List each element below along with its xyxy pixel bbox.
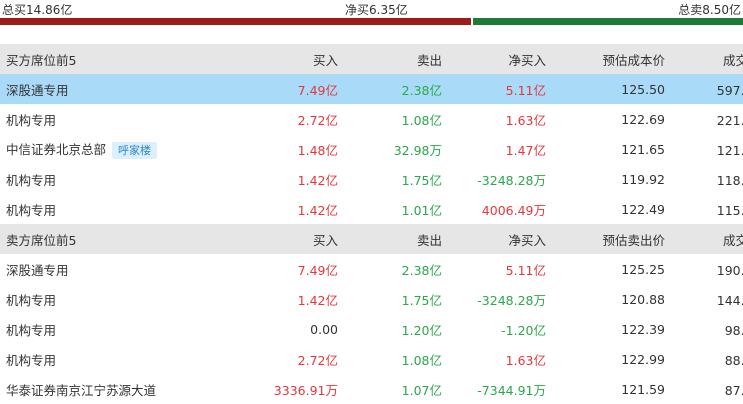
buy-sell-ratio-bar: [0, 18, 743, 25]
net-value: 1.47亿: [505, 142, 546, 158]
table-row[interactable]: 机构专用 1.42亿 1.75亿 -3248.28万 120.88 144.31…: [0, 284, 743, 314]
net-value: -7344.91万: [477, 382, 546, 398]
buy-value: 7.49亿: [248, 74, 344, 104]
sell-value: 1.75亿: [401, 172, 442, 188]
seat-name[interactable]: 中信证券北京总部: [6, 142, 106, 157]
buy-value: 3336.91万: [273, 382, 338, 398]
price-value: 125.50: [552, 74, 671, 104]
sell-value: 1.75亿: [401, 292, 442, 308]
seat-name[interactable]: 深股通专用: [0, 254, 248, 284]
seats-table: 买方席位前5 买入 卖出 净买入 预估成本价 成交数量 深股通专用 7.49亿 …: [0, 44, 743, 404]
sell-value: 1.08亿: [401, 112, 442, 128]
volume-value: 98.22万: [724, 322, 743, 338]
seat-name[interactable]: 机构专用: [0, 194, 248, 224]
net-buy-label: 净买6.35亿: [345, 3, 408, 17]
branch-tag[interactable]: 呼家楼: [112, 142, 158, 159]
volume-value: 88.03万: [724, 352, 743, 368]
volume-value: 221.60万: [716, 112, 743, 128]
sell-bar: [473, 18, 743, 25]
seat-name[interactable]: 机构专用: [0, 284, 248, 314]
seat-name[interactable]: 机构专用: [0, 344, 248, 374]
price-value: 122.99: [621, 351, 665, 367]
buy-value: 1.42亿: [297, 172, 338, 188]
sell-value: 1.07亿: [401, 382, 442, 398]
volume-value: 144.31万: [716, 292, 743, 308]
volume-value: 87.79万: [724, 382, 743, 398]
seat-name[interactable]: 华泰证券南京江宁苏源大道: [0, 374, 248, 404]
buy-value: 2.72亿: [297, 352, 338, 368]
net-value: 5.11亿: [448, 74, 552, 104]
price-value: 122.39: [621, 321, 665, 337]
price-value: 121.65: [621, 141, 665, 157]
header-volume: 成交数量: [671, 44, 743, 74]
table-row[interactable]: 华泰证券南京江宁苏源大道 3336.91万 1.07亿 -7344.91万 12…: [0, 374, 743, 404]
net-value: 5.11亿: [505, 262, 546, 278]
summary-header: 总买14.86亿 净买6.35亿 总卖8.50亿: [0, 0, 743, 18]
table-row[interactable]: 机构专用 0.00 1.20亿 -1.20亿 122.39 98.22万: [0, 314, 743, 344]
sell-value: 1.08亿: [401, 352, 442, 368]
header-seat: 买方席位前5: [0, 44, 248, 74]
seat-name[interactable]: 机构专用: [0, 164, 248, 194]
total-sell-label: 总卖8.50亿: [678, 3, 741, 17]
buy-value: 7.49亿: [297, 262, 338, 278]
sell-value: 2.38亿: [401, 262, 442, 278]
total-buy-label: 总买14.86亿: [2, 3, 73, 17]
buy-table-header: 买方席位前5 买入 卖出 净买入 预估成本价 成交数量: [0, 44, 743, 74]
table-row[interactable]: 深股通专用 7.49亿 2.38亿 5.11亿 125.25 190.05万: [0, 254, 743, 284]
table-row[interactable]: 机构专用 1.42亿 1.75亿 -3248.28万 119.92 118.62…: [0, 164, 743, 194]
price-value: 121.59: [621, 381, 665, 397]
table-row[interactable]: 机构专用 2.72亿 1.08亿 1.63亿 122.69 221.60万: [0, 104, 743, 134]
volume-value: 115.56万: [716, 202, 743, 218]
header-sell: 卖出: [344, 224, 448, 254]
sell-value: 1.20亿: [401, 322, 442, 338]
net-value: 1.63亿: [505, 352, 546, 368]
seat-name[interactable]: 机构专用: [0, 314, 248, 344]
net-value: -3248.28万: [477, 292, 546, 308]
net-value: 4006.49万: [481, 202, 546, 218]
buy-value: 1.42亿: [297, 202, 338, 218]
seat-name[interactable]: 深股通专用: [0, 74, 248, 104]
sell-value: 2.38亿: [344, 74, 448, 104]
buy-value: 1.42亿: [297, 292, 338, 308]
seat-name[interactable]: 机构专用: [0, 104, 248, 134]
sell-value: 1.01亿: [401, 202, 442, 218]
header-volume: 成交数量: [671, 224, 743, 254]
volume-value: 121.56万: [716, 142, 743, 158]
net-value: -1.20亿: [501, 322, 546, 338]
volume-value: 597.00万: [671, 74, 743, 104]
header-buy: 买入: [248, 224, 344, 254]
header-net: 净买入: [448, 224, 552, 254]
buy-value: 1.48亿: [297, 142, 338, 158]
header-sell: 卖出: [344, 44, 448, 74]
volume-value: 118.62万: [716, 172, 743, 188]
header-price: 预估成本价: [552, 44, 671, 74]
net-value: -3248.28万: [477, 172, 546, 188]
sell-table-header: 卖方席位前5 买入 卖出 净买入 预估卖出价 成交数量: [0, 224, 743, 254]
price-value: 119.92: [621, 171, 665, 187]
seat-cell: 中信证券北京总部 呼家楼: [0, 134, 248, 164]
buy-value: 2.72亿: [297, 112, 338, 128]
header-price: 预估卖出价: [552, 224, 671, 254]
price-value: 120.88: [621, 291, 665, 307]
header-net: 净买入: [448, 44, 552, 74]
table-row[interactable]: 深股通专用 7.49亿 2.38亿 5.11亿 125.50 597.00万: [0, 74, 743, 104]
table-row[interactable]: 机构专用 1.42亿 1.01亿 4006.49万 122.49 115.56万: [0, 194, 743, 224]
header-buy: 买入: [248, 44, 344, 74]
table-row[interactable]: 中信证券北京总部 呼家楼 1.48亿 32.98万 1.47亿 121.65 12…: [0, 134, 743, 164]
price-value: 125.25: [621, 261, 665, 277]
price-value: 122.49: [621, 201, 665, 217]
header-seat: 卖方席位前5: [0, 224, 248, 254]
buy-value: 0.00: [310, 321, 338, 337]
table-row[interactable]: 机构专用 2.72亿 1.08亿 1.63亿 122.99 88.03万: [0, 344, 743, 374]
sell-value: 32.98万: [393, 142, 442, 158]
volume-value: 190.05万: [716, 262, 743, 278]
buy-bar: [0, 18, 472, 25]
net-value: 1.63亿: [505, 112, 546, 128]
price-value: 122.69: [621, 111, 665, 127]
